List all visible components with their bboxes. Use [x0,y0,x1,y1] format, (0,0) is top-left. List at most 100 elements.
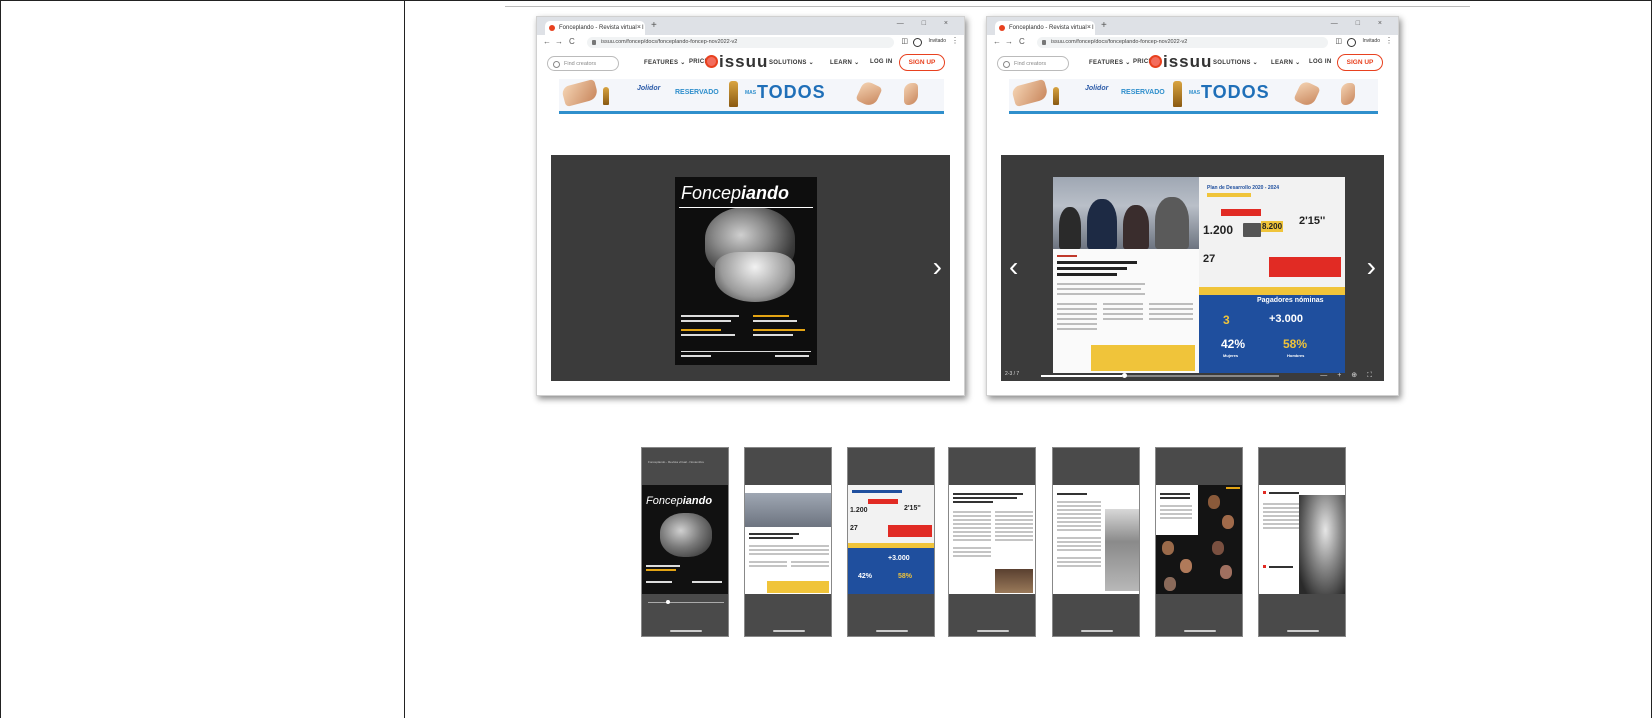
cover-text-line [753,315,789,317]
back-icon[interactable]: ← [543,37,551,46]
signup-button[interactable]: SIGN UP [1337,54,1383,71]
forward-icon[interactable]: → [555,37,563,46]
nav-features[interactable]: FEATURES ⌄ [1089,59,1131,66]
cover-beard [715,252,795,302]
nav-features[interactable]: FEATURES ⌄ [644,59,686,66]
window-controls[interactable]: — □ × [897,20,956,27]
thumb-text-line [1057,537,1101,539]
text-line [1149,313,1193,315]
issuu-viewer[interactable]: Plan de Desarrollo 2020 - 2024 1.200 8.2… [1001,155,1384,381]
mobile-thumbnail-7[interactable] [1258,447,1346,637]
nav-login[interactable]: LOG IN [870,59,892,65]
reader-icon[interactable]: ◫ [1335,37,1342,45]
cover-text-line [753,334,793,336]
text-line [1057,303,1097,305]
tab-title: Fonceplando - Revista virtual - I [559,25,644,31]
thumb-title-b: iando [682,495,713,507]
new-tab-icon[interactable]: + [1101,20,1107,31]
thumb-bullet [1263,491,1266,494]
plan-title: Plan de Desarrollo 2020 - 2024 [1207,185,1279,191]
reader-icon[interactable]: ◫ [901,37,908,45]
thumb-portrait [1180,559,1192,573]
mujeres-label: Mujeres [1223,353,1239,358]
url-field[interactable]: issuu.com/foncep/docs/fonceplando-foncep… [1037,37,1328,48]
reload-icon[interactable]: C [569,37,575,46]
mobile-thumbnail-6[interactable] [1155,447,1243,637]
forward-icon[interactable]: → [1005,37,1013,46]
search-icon [1003,61,1010,68]
text-line [1103,303,1143,305]
nav-solutions[interactable]: SOLUTIONS ⌄ [769,59,814,66]
search-input[interactable]: Find creators [997,56,1069,71]
issuu-viewer[interactable]: Foncepiando › [551,155,950,381]
next-page-icon[interactable]: › [933,253,942,281]
plan-subtitle-box [1207,193,1251,197]
nav-solutions[interactable]: SOLUTIONS ⌄ [1213,59,1258,66]
nav-learn[interactable]: LEARN ⌄ [1271,59,1300,66]
spread-left-page[interactable] [1053,177,1199,373]
progress-knob[interactable] [1121,373,1127,378]
viewer-progress[interactable]: 2-3 / 7 — + ⊕ ⛶ [1001,371,1384,381]
search-icon [553,61,560,68]
menu-icon[interactable]: ⋮ [1385,36,1393,45]
thumb-page: Foncepiando [642,485,728,594]
thumb-text-line [1160,513,1192,515]
thumb-text-line [953,535,991,537]
thumb-text-line [953,523,991,525]
close-icon[interactable]: × [637,21,641,35]
issuu-logo[interactable]: issuu [1149,52,1212,72]
new-tab-icon[interactable]: + [651,20,657,31]
thumb-text-line [1057,545,1101,547]
progress-fill [1041,375,1122,377]
thumb-text-line [1057,501,1101,503]
menu-icon[interactable]: ⋮ [951,36,959,45]
reload-icon[interactable]: C [1019,37,1025,46]
text-line [1149,303,1193,305]
ad-banner[interactable]: Jolidor RESERVADO MAS TODOS [1009,79,1378,114]
browser-tab[interactable]: Fonceplando - Revista virtual - I × [995,21,1095,35]
signup-button[interactable]: SIGN UP [899,54,945,71]
profile-icon[interactable] [913,38,922,47]
ad-banner[interactable]: Jolidor RESERVADO MAS TODOS [559,79,944,114]
ad-bottle-image [1173,81,1182,107]
mobile-thumbnail-4[interactable] [948,447,1036,637]
back-icon[interactable]: ← [993,37,1001,46]
ad-todos: TODOS [757,82,826,102]
mobile-thumbnail-1[interactable]: Fonceplando - Revista virtual - Noviembr… [641,447,729,637]
url-field[interactable]: issuu.com/foncep/docs/fonceplando-foncep… [587,37,894,48]
issuu-logo[interactable]: issuu [705,52,768,72]
progress-track[interactable] [1041,373,1279,378]
search-input[interactable]: Find creators [547,56,619,71]
thumb-text-line [1160,493,1190,495]
profile-icon[interactable] [1347,38,1356,47]
ad-glass-image [1053,87,1059,105]
browser-tab[interactable]: Fonceplando - Revista virtual - I × [545,21,645,35]
window-controls[interactable]: — □ × [1331,20,1390,27]
zoom-controls[interactable]: — + ⊕ ⛶ [1320,371,1376,380]
text-line [1149,318,1193,320]
thumb-text-line [749,545,829,547]
thumb-text-line [646,565,680,567]
close-icon[interactable]: × [1087,21,1091,35]
next-page-icon[interactable]: › [1367,253,1376,281]
mobile-thumbnail-5[interactable] [1052,447,1140,637]
nav-login[interactable]: LOG IN [1309,59,1331,65]
stat-1200: 1.200 [1203,223,1234,237]
thumb-text-line [995,523,1033,525]
thumb-portrait [1162,541,1174,555]
mobile-thumbnail-3[interactable]: 1.200 2'15'' 27 +3.000 42% 58% [847,447,935,637]
prev-page-icon[interactable]: ‹ [1009,253,1018,281]
magazine-cover[interactable]: Foncepiando [675,177,817,365]
nav-learn[interactable]: LEARN ⌄ [830,59,859,66]
mobile-thumbnail-2[interactable] [744,447,832,637]
thumb-bullet [1263,565,1266,568]
ad-reservado: RESERVADO [1121,89,1165,96]
thumb-text-line [692,581,722,583]
thumb-text-line [1057,513,1101,515]
ad-hand-image [560,79,600,108]
ad-bottle-image [729,81,738,107]
spread-right-page[interactable]: Plan de Desarrollo 2020 - 2024 1.200 8.2… [1199,177,1345,373]
thumb-stat-58: 58% [898,573,913,580]
thumb-top-bar [1053,448,1139,485]
thumb-top-bar [745,448,831,485]
